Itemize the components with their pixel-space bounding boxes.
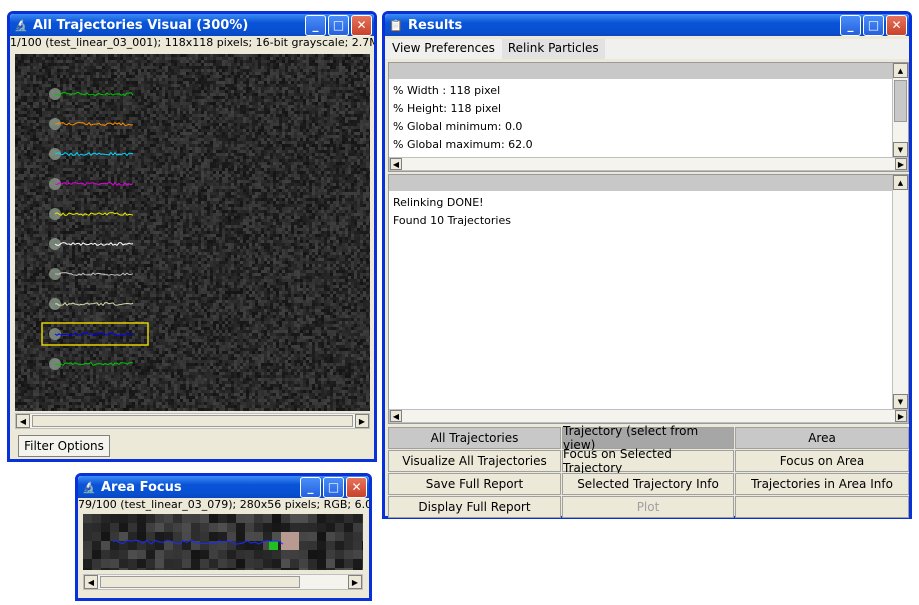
scroll-right-icon[interactable]: ▶ [348, 575, 362, 589]
close-button[interactable]: ✕ [886, 14, 907, 36]
window-title: Results [408, 17, 463, 33]
stat-line: % Global maximum: 62.0 [393, 138, 533, 151]
results-titlebar[interactable]: 📋 Results _ □ ✕ [385, 14, 909, 36]
close-button[interactable]: ✕ [351, 14, 372, 36]
menu-bar: View Preferences Relink Particles [385, 39, 909, 59]
minimize-button[interactable]: _ [840, 14, 861, 36]
log-panel: Relinking DONE! Found 10 Trajectories ▲ … [388, 174, 909, 424]
minimize-button[interactable]: _ [300, 476, 321, 498]
maximize-button[interactable]: □ [328, 14, 349, 36]
stat-line: % Global minimum: 0.0 [393, 120, 523, 133]
maximize-button[interactable]: □ [863, 14, 884, 36]
stats-vscrollbar[interactable]: ▲ ▼ [892, 63, 908, 157]
stats-header-bar [389, 63, 908, 79]
area-focus-window: 🔬 Area Focus _ □ ✕ 79/100 (test_linear_0… [75, 473, 372, 601]
log-header-bar [389, 175, 908, 191]
scroll-left-icon[interactable]: ◀ [16, 414, 30, 428]
scroll-down-icon[interactable]: ▼ [893, 394, 908, 409]
results-window: 📋 Results _ □ ✕ View Preferences Relink … [382, 11, 912, 519]
image-info: 1/100 (test_linear_03_001); 118x118 pixe… [10, 36, 374, 49]
scroll-left-icon[interactable]: ◀ [390, 158, 402, 170]
trajectories-image [15, 54, 372, 411]
header-area: Area [735, 427, 909, 449]
scroll-down-icon[interactable]: ▼ [893, 142, 908, 157]
menu-relink-particles[interactable]: Relink Particles [501, 39, 605, 59]
header-trajectory-select: Trajectory (select from view) [562, 424, 734, 452]
marker [269, 541, 278, 550]
area-focus-titlebar[interactable]: 🔬 Area Focus _ □ ✕ [78, 476, 369, 498]
area-canvas[interactable] [83, 514, 371, 577]
stats-hscrollbar[interactable]: ◀ ▶ [389, 157, 908, 171]
focus-selected-trajectory-button[interactable]: Focus on Selected Trajectory [562, 447, 734, 475]
maximize-button[interactable]: □ [323, 476, 344, 498]
focus-on-area-button[interactable]: Focus on Area [735, 450, 909, 472]
selected-trajectory-info-button[interactable]: Selected Trajectory Info [562, 473, 734, 495]
minimize-button[interactable]: _ [305, 14, 326, 36]
trajectories-in-area-info-button[interactable]: Trajectories in Area Info [735, 473, 909, 495]
close-button[interactable]: ✕ [346, 476, 367, 498]
stats-panel: % Width : 118 pixel % Height: 118 pixel … [388, 62, 909, 172]
scroll-left-icon[interactable]: ◀ [84, 575, 98, 589]
log-hscrollbar[interactable]: ◀ ▶ [389, 409, 908, 423]
imagej-icon: 🔬 [82, 480, 96, 494]
display-full-report-button[interactable]: Display Full Report [388, 496, 561, 518]
image-info: 79/100 (test_linear_03_079); 280x56 pixe… [78, 498, 369, 511]
trajectories-window: 🔬 All Trajectories Visual (300%) _ □ ✕ 1… [7, 11, 377, 462]
area-hscrollbar[interactable]: ◀ ▶ [83, 574, 363, 590]
scroll-thumb[interactable] [894, 80, 907, 122]
filter-options-button[interactable]: Filter Options [18, 435, 110, 457]
scroll-thumb[interactable] [100, 576, 300, 588]
scroll-up-icon[interactable]: ▲ [893, 63, 908, 78]
scroll-right-icon[interactable]: ▶ [355, 414, 369, 428]
visualize-all-trajectories-button[interactable]: Visualize All Trajectories [388, 450, 561, 472]
scroll-thumb[interactable] [32, 415, 353, 427]
plot-button[interactable]: Plot [562, 496, 734, 518]
window-title: All Trajectories Visual (300%) [33, 17, 249, 33]
scroll-left-icon[interactable]: ◀ [390, 410, 402, 422]
scroll-up-icon[interactable]: ▲ [893, 175, 908, 190]
stat-line: % Width : 118 pixel [393, 84, 501, 97]
header-all-trajectories: All Trajectories [388, 427, 561, 449]
scroll-right-icon[interactable]: ▶ [895, 410, 907, 422]
stat-line: % Height: 118 pixel [393, 102, 502, 115]
empty-cell [735, 496, 909, 518]
log-line: Relinking DONE! [393, 196, 484, 209]
area-image [83, 514, 371, 577]
results-icon: 📋 [389, 18, 403, 32]
image-canvas[interactable] [15, 54, 372, 411]
particle [281, 532, 299, 550]
image-hscrollbar[interactable]: ◀ ▶ [15, 413, 370, 429]
scroll-right-icon[interactable]: ▶ [895, 158, 907, 170]
log-line: Found 10 Trajectories [393, 214, 511, 227]
imagej-icon: 🔬 [14, 18, 28, 32]
log-vscrollbar[interactable]: ▲ ▼ [892, 175, 908, 409]
menu-view-preferences[interactable]: View Preferences [385, 39, 502, 59]
trajectories-titlebar[interactable]: 🔬 All Trajectories Visual (300%) _ □ ✕ [10, 14, 374, 36]
window-title: Area Focus [101, 479, 182, 495]
save-full-report-button[interactable]: Save Full Report [388, 473, 561, 495]
